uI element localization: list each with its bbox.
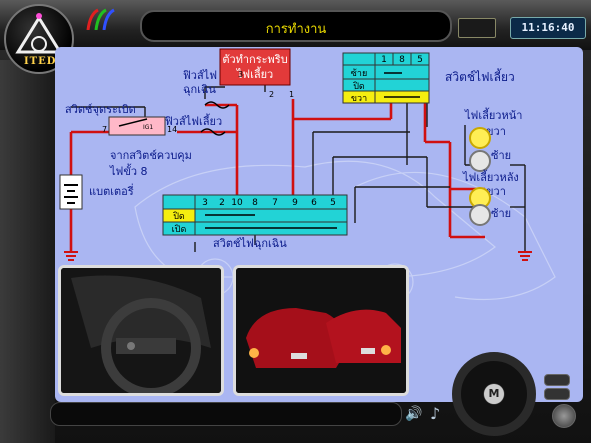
hazard-col-10: 10 [231,198,243,208]
hazard-col-6: 6 [311,198,317,208]
panel-menu-icon[interactable] [458,18,496,38]
front-right-lamp-icon [469,127,491,149]
color-stripes-icon [86,8,115,30]
rear-left-label: ซ้าย [491,207,511,220]
ignition-relay-box [108,116,166,136]
status-bar [50,402,402,426]
hazard-col-9: 9 [292,198,298,208]
flasher-pin-1: 1 [289,90,294,99]
dashboard-photo [58,265,224,396]
turn-row-left: ซ้าย [351,68,367,79]
flasher-pin-2: 2 [269,90,274,99]
control-text-2: ไฟขั้ว 8 [109,163,148,178]
battery-symbol [59,174,83,210]
content-panel: แบตเตอรี่ 7 14 IG1 สวิตช์จุดระเบิด ฟิวส์… [55,47,583,402]
hazard-col-8: 8 [252,198,258,208]
side-button-1[interactable] [544,374,570,386]
clock-display: 11:16:40 [510,17,586,39]
turn-col-3: 5 [417,55,423,65]
turn-fuse-label: ฟิวส์ไฟเลี้ยว [165,113,223,128]
turn-col-1: 1 [381,55,387,65]
menu-button[interactable]: M [484,384,504,404]
cars-photo [233,265,409,396]
flasher-label-1: ตัวทำกระพริบ [222,53,287,66]
turn-col-2: 8 [399,55,405,65]
turn-row-right: ขวา [351,94,367,104]
hazard-col-7: 7 [272,198,278,208]
control-text-1: จากสวิตช์ควบคุม [110,149,192,162]
hazard-col-3: 3 [202,198,208,208]
front-lamp-title: ไฟเลี้ยวหน้า [464,107,522,122]
ground-symbols [64,251,532,261]
hazard-switch-title: สวิตช์ไฟฉุกเฉิน [213,237,287,250]
hazard-row-on: เปิด [172,224,187,235]
music-note-icon[interactable]: ♪ [430,404,448,423]
page-title: การทำงาน [265,22,327,37]
hazard-col-5: 5 [330,198,336,208]
side-button-2[interactable] [544,388,570,400]
volume-knob[interactable] [552,404,576,428]
logo-text: ITED [24,56,57,67]
relay-code: IG1 [143,124,153,131]
app-window: ITED การทำงาน 11:16:40 แบตเตอรี่ 7 14 IG… [0,0,591,443]
ignition-switch-label: สวิตช์จุดระเบิด [65,103,136,116]
speaker-icon[interactable]: 🔊 [405,406,423,422]
rear-lamp-title: ไฟเลี้ยวหลัง [462,169,519,184]
left-rail [0,60,55,443]
flasher-pin-3: 3 [238,70,243,79]
hazard-fuse-sub: ฉุกเฉิน [183,83,216,96]
hazard-col-2: 2 [219,198,225,208]
turn-row-off: ปิด [353,81,365,92]
front-left-label: ซ้าย [491,149,511,162]
hazard-fuse-label: ฟิวส์ไฟ [183,69,217,82]
relay-pin-7: 7 [102,125,107,134]
rear-left-lamp-icon [469,204,491,226]
title-bar: การทำงาน [140,10,452,42]
battery-label: แบตเตอรี่ [89,183,134,198]
hazard-row-off: ปิด [173,211,185,222]
turn-switch-title: สวิตช์ไฟเลี้ยว [445,68,515,84]
front-left-lamp-icon [469,150,491,172]
